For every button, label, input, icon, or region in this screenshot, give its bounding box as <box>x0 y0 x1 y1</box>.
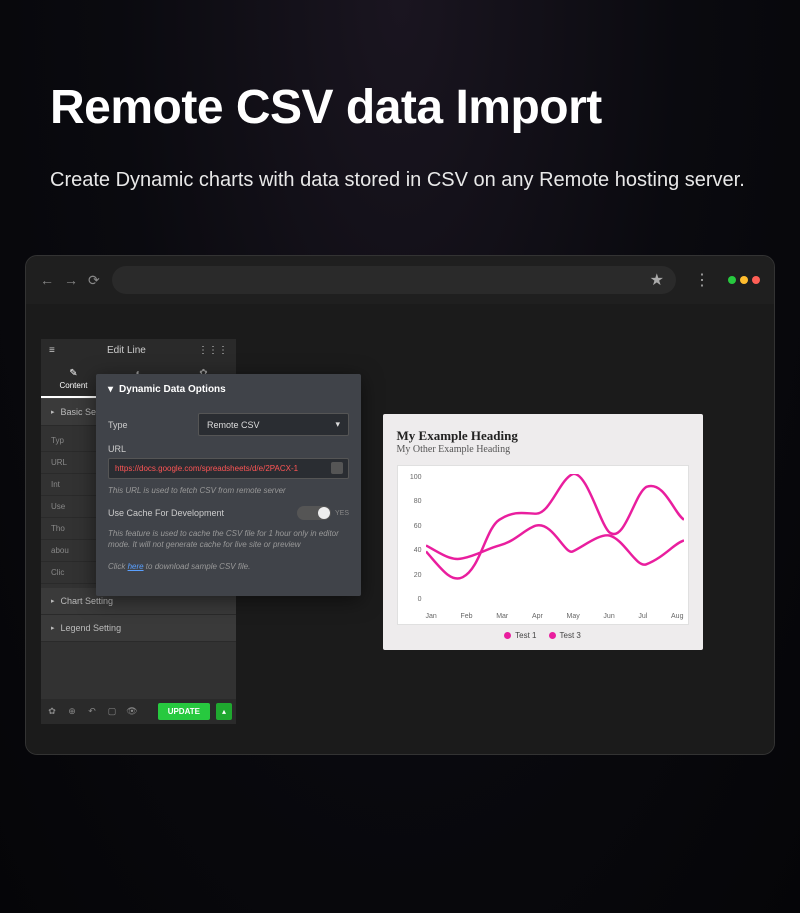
y-axis: 100 80 60 40 20 0 <box>402 474 422 604</box>
legend-item-1[interactable]: Test 1 <box>504 631 536 640</box>
window-controls <box>728 276 760 284</box>
hero-section: Remote CSV data Import Create Dynamic ch… <box>0 0 800 235</box>
page-subtitle: Create Dynamic charts with data stored i… <box>50 165 750 195</box>
dynamic-tag-icon[interactable] <box>331 462 343 474</box>
update-button[interactable]: UPDATE <box>158 703 210 720</box>
caret-down-icon: ▾ <box>108 384 113 395</box>
responsive-icon[interactable]: ▢ <box>105 706 119 717</box>
star-icon[interactable]: ★ <box>650 270 664 290</box>
browser-frame: ← → ⟳ ★ ⋮ ≡ Edit Line ⋮⋮⋮ ✎ Content <box>25 255 775 755</box>
legend-dot-icon <box>504 632 511 639</box>
section-legend-setting[interactable]: ▸ Legend Setting <box>41 615 236 642</box>
cache-toggle[interactable] <box>297 506 331 520</box>
legend-item-2[interactable]: Test 3 <box>549 631 581 640</box>
minimize-dot[interactable] <box>728 276 736 284</box>
dynamic-data-popover: ▾ Dynamic Data Options Type Remote CSV ▾… <box>96 374 361 596</box>
caret-right-icon: ▸ <box>51 597 55 605</box>
address-bar[interactable]: ★ <box>112 266 676 294</box>
popover-header[interactable]: ▾ Dynamic Data Options <box>96 374 361 405</box>
chart-legend: Test 1 Test 3 <box>397 631 689 640</box>
menu-icon[interactable]: ⋮ <box>688 270 716 290</box>
cache-help-text: This feature is used to cache the CSV fi… <box>108 528 349 550</box>
chart-svg <box>426 474 684 603</box>
caret-right-icon: ▸ <box>51 408 55 416</box>
type-select[interactable]: Remote CSV ▾ <box>198 413 349 436</box>
editor-header: ≡ Edit Line ⋮⋮⋮ <box>41 339 236 362</box>
update-dropdown-icon[interactable]: ▴ <box>216 703 232 720</box>
url-help-text: This URL is used to fetch CSV from remot… <box>108 485 349 496</box>
type-label: Type <box>108 420 198 430</box>
url-label: URL <box>108 444 349 454</box>
toggle-yes-label: YES <box>335 510 349 517</box>
hamburger-icon[interactable]: ≡ <box>49 345 55 356</box>
grid-icon[interactable]: ⋮⋮⋮ <box>198 345 228 356</box>
url-input[interactable]: https://docs.google.com/spreadsheets/d/e… <box>108 458 349 479</box>
undo-icon[interactable]: ↶ <box>85 706 99 717</box>
pencil-icon: ✎ <box>69 368 77 379</box>
caret-right-icon: ▸ <box>51 624 55 632</box>
chart-plot: 100 80 60 40 20 0 Jan <box>397 465 689 625</box>
preview-icon[interactable]: 👁 <box>125 706 139 717</box>
back-icon[interactable]: ← <box>40 272 54 289</box>
page-title: Remote CSV data Import <box>50 80 750 135</box>
chart-subtitle: My Other Example Heading <box>397 444 689 455</box>
chevron-down-icon: ▾ <box>335 419 340 430</box>
legend-dot-icon <box>549 632 556 639</box>
reload-icon[interactable]: ⟳ <box>88 272 100 289</box>
sample-download-text: Click here to download sample CSV file. <box>108 561 349 572</box>
cache-label: Use Cache For Development <box>108 508 224 518</box>
settings-icon[interactable]: ✿ <box>45 706 59 717</box>
editor-footer: ✿ ⊕ ↶ ▢ 👁 UPDATE ▴ <box>41 699 236 724</box>
sample-link[interactable]: here <box>128 562 144 571</box>
browser-viewport: ≡ Edit Line ⋮⋮⋮ ✎ Content ◐ Style ✿ Adva… <box>26 304 774 754</box>
x-axis: Jan Feb Mar Apr May Jun Jul Aug <box>426 613 684 620</box>
browser-toolbar: ← → ⟳ ★ ⋮ <box>26 256 774 304</box>
history-icon[interactable]: ⊕ <box>65 706 79 717</box>
editor-title: Edit Line <box>107 345 146 356</box>
maximize-dot[interactable] <box>740 276 748 284</box>
forward-icon[interactable]: → <box>64 272 78 289</box>
chart-card: My Example Heading My Other Example Head… <box>383 414 703 650</box>
chart-title: My Example Heading <box>397 428 689 444</box>
close-dot[interactable] <box>752 276 760 284</box>
